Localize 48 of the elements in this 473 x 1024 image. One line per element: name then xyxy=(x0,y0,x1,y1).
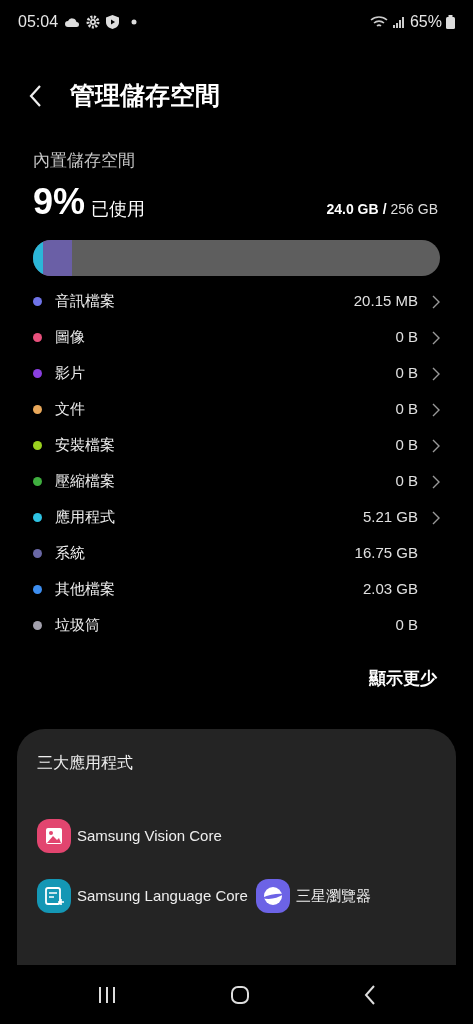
status-time: 05:04 xyxy=(18,12,59,32)
category-size: 5.21 GB xyxy=(362,507,418,528)
settings-icon xyxy=(86,15,101,29)
category-size: 0 B xyxy=(395,435,418,456)
recent-apps-icon[interactable] xyxy=(96,985,117,1004)
separator: / xyxy=(382,199,387,219)
back-icon[interactable] xyxy=(364,984,377,1005)
category-size: 0 B xyxy=(395,399,418,420)
show-less-button[interactable]: 顯示更少 xyxy=(369,665,437,691)
dot-icon xyxy=(131,19,138,25)
category-name: 影片 xyxy=(55,363,85,384)
wifi-icon xyxy=(369,15,388,29)
page-title: 管理儲存空間 xyxy=(70,80,220,112)
category-size: 16.75 GB xyxy=(354,543,418,564)
category-name: 安裝檔案 xyxy=(55,435,115,456)
category-name: 壓縮檔案 xyxy=(55,471,115,492)
category-size: 2.03 GB xyxy=(362,579,418,600)
signal-icon xyxy=(391,16,404,28)
category-size: 0 B xyxy=(395,363,418,384)
category-size: 0 B xyxy=(395,471,418,492)
category-size: 20.15 MB xyxy=(353,291,418,312)
category-size: 0 B xyxy=(395,327,418,348)
card-title: 三大應用程式 xyxy=(37,753,134,773)
app-name[interactable]: Samsung Language Core xyxy=(77,884,248,908)
cloud-icon xyxy=(64,16,81,28)
storage-label: 內置儲存空間 xyxy=(33,150,136,172)
total-amount: 256 GB xyxy=(390,199,438,219)
category-name: 音訊檔案 xyxy=(55,291,115,312)
category-name: 其他檔案 xyxy=(55,579,115,600)
battery-icon xyxy=(446,15,455,29)
app-name[interactable]: Samsung Vision Core xyxy=(77,824,222,848)
battery-percent: 65% xyxy=(409,12,442,32)
category-name: 應用程式 xyxy=(55,507,115,528)
note-icon xyxy=(37,879,71,913)
usage-percent: 9% xyxy=(33,183,86,220)
category-name: 圖像 xyxy=(55,327,85,348)
app-name[interactable]: 三星瀏覽器 xyxy=(295,884,371,908)
home-icon[interactable] xyxy=(230,984,251,1005)
category-size: 0 B xyxy=(395,615,418,636)
shield-icon xyxy=(106,15,120,29)
used-amount: 24.0 GB xyxy=(326,199,379,219)
planet-icon xyxy=(255,879,290,913)
category-name: 垃圾筒 xyxy=(55,615,100,636)
back-icon[interactable] xyxy=(28,84,42,108)
used-label: 已使用 xyxy=(91,199,146,218)
image-icon xyxy=(37,819,71,853)
category-name: 系統 xyxy=(55,543,85,564)
category-name: 文件 xyxy=(55,399,85,420)
